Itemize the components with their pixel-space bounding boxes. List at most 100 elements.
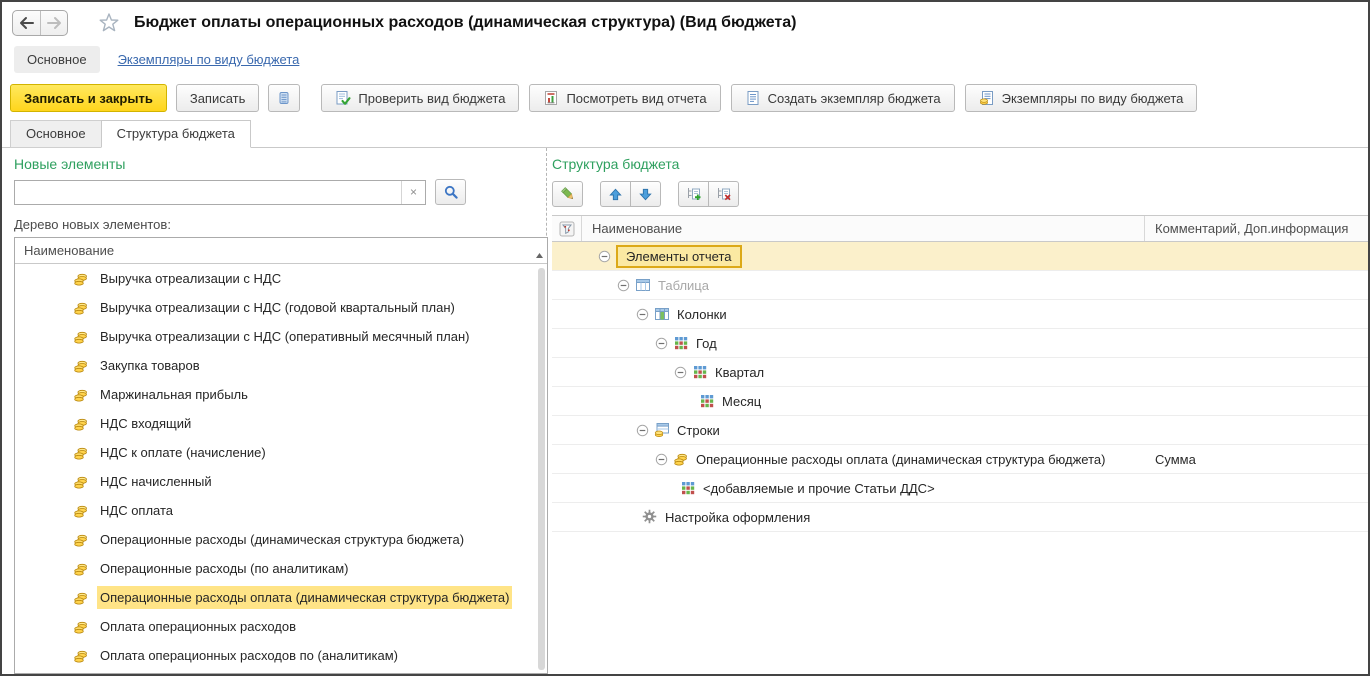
- structure-row-name-cell: <добавляемые и прочие Статьи ДДС>: [552, 480, 1145, 496]
- coins-icon: [73, 619, 89, 635]
- collapse-toggle-icon[interactable]: [598, 250, 611, 263]
- list-body: Выручка отреализации с НДСВыручка отреал…: [15, 264, 547, 673]
- structure-row-label: <добавляемые и прочие Статьи ДДС>: [703, 481, 935, 496]
- coins-icon: [73, 445, 89, 461]
- grid-icon: [673, 335, 689, 351]
- check-budget-kind-button[interactable]: Проверить вид бюджета: [321, 84, 519, 112]
- tree-item[interactable]: Операционные расходы оплата (динамическа…: [15, 583, 547, 612]
- tree-item[interactable]: Операционные расходы (динамическая струк…: [15, 525, 547, 554]
- list-column-header-label: Наименование: [24, 243, 114, 258]
- create-budget-instance-button[interactable]: Создать экземпляр бюджета: [731, 84, 955, 112]
- collapse-toggle-icon[interactable]: [636, 308, 649, 321]
- content-area: Новые элементы × Дерево новых элементов:…: [2, 148, 1368, 674]
- structure-row[interactable]: Строки: [552, 416, 1368, 445]
- tree-item[interactable]: Выручка отреализации с НДС (годовой квар…: [15, 293, 547, 322]
- save-button[interactable]: Записать: [176, 84, 260, 112]
- budget-structure-panel: Структура бюджета: [551, 148, 1368, 674]
- structure-row-label: Строки: [677, 423, 720, 438]
- add-tree-item-button[interactable]: [678, 181, 709, 207]
- tree-item-label: Маржинальная прибыль: [97, 383, 251, 406]
- clear-search-icon[interactable]: ×: [401, 181, 425, 204]
- more-actions-button[interactable]: [268, 84, 300, 112]
- column-header-name[interactable]: Наименование: [582, 216, 1145, 241]
- structure-row-comment-cell: Сумма: [1145, 452, 1368, 467]
- structure-row-label: Таблица: [658, 278, 709, 293]
- move-buttons-group: [600, 181, 661, 207]
- structure-row-name-cell: Настройка оформления: [552, 509, 1145, 525]
- coins-icon: [73, 590, 89, 606]
- delete-tree-item-button[interactable]: [708, 181, 739, 207]
- tree-item-label: Закупка товаров: [97, 354, 203, 377]
- tree-item[interactable]: Закупка товаров: [15, 351, 547, 380]
- structure-row-name-cell: Операционные расходы оплата (динамическа…: [552, 451, 1145, 467]
- coins-icon: [73, 532, 89, 548]
- collapse-toggle-icon[interactable]: [617, 279, 630, 292]
- structure-row[interactable]: Таблица: [552, 271, 1368, 300]
- structure-row[interactable]: Колонки: [552, 300, 1368, 329]
- tree-item[interactable]: НДС входящий: [15, 409, 547, 438]
- new-elements-list: Наименование Выручка отреализации с НДСВ…: [14, 237, 548, 674]
- structure-row-label: Год: [696, 336, 717, 351]
- tree-caption: Дерево новых элементов:: [14, 217, 542, 232]
- structure-row[interactable]: Операционные расходы оплата (динамическа…: [552, 445, 1368, 474]
- table-body: Элементы отчета Таблица Колонки Год Квартал М…: [552, 242, 1368, 674]
- structure-row-name-cell: Год: [552, 335, 1145, 351]
- tree-item-label: НДС к оплате (начисление): [97, 441, 269, 464]
- nav-item-main[interactable]: Основное: [14, 46, 100, 73]
- collapse-toggle-icon[interactable]: [655, 453, 668, 466]
- tree-item[interactable]: Выручка отреализации с НДС (оперативный …: [15, 322, 547, 351]
- tree-item[interactable]: Оплата операционных расходов по (аналити…: [15, 641, 547, 670]
- collapse-toggle-icon[interactable]: [655, 337, 668, 350]
- tab-budget-structure[interactable]: Структура бюджета: [101, 120, 251, 148]
- form-tabs: Основное Структура бюджета: [2, 120, 1368, 148]
- tree-item[interactable]: Маржинальная прибыль: [15, 380, 547, 409]
- tree-item[interactable]: Операционные расходы (по аналитикам): [15, 554, 547, 583]
- collapse-toggle-icon[interactable]: [674, 366, 687, 379]
- structure-row[interactable]: Элементы отчета: [552, 242, 1368, 271]
- structure-row-label: Настройка оформления: [665, 510, 810, 525]
- create-budget-instance-label: Создать экземпляр бюджета: [768, 91, 941, 106]
- scroll-up-icon[interactable]: [535, 247, 544, 262]
- structure-row[interactable]: Год: [552, 329, 1368, 358]
- search-input[interactable]: [15, 181, 401, 204]
- forward-button[interactable]: [40, 11, 67, 35]
- move-up-button[interactable]: [600, 181, 631, 207]
- structure-row[interactable]: Настройка оформления: [552, 503, 1368, 532]
- move-down-button[interactable]: [630, 181, 661, 207]
- scrollbar-thumb[interactable]: [538, 268, 545, 670]
- tree-item[interactable]: Выручка отреализации с НДС: [15, 264, 547, 293]
- tree-item[interactable]: НДС оплата: [15, 496, 547, 525]
- tree-item-label: НДС оплата: [97, 499, 176, 522]
- structure-row[interactable]: Месяц: [552, 387, 1368, 416]
- structure-row-name-cell: Строки: [552, 422, 1145, 438]
- tree-item[interactable]: НДС начисленный: [15, 467, 547, 496]
- view-report-kind-button[interactable]: Посмотреть вид отчета: [529, 84, 720, 112]
- save-and-close-button[interactable]: Записать и закрыть: [10, 84, 167, 112]
- tree-item[interactable]: НДС к оплате (начисление): [15, 438, 547, 467]
- search-row: ×: [14, 179, 542, 205]
- collapse-toggle-icon[interactable]: [636, 424, 649, 437]
- nav-link-instances[interactable]: Экземпляры по виду бюджета: [118, 52, 300, 67]
- edit-button[interactable]: [552, 181, 583, 207]
- columns-icon: [654, 306, 670, 322]
- instances-by-kind-button[interactable]: Экземпляры по виду бюджета: [965, 84, 1198, 112]
- structure-row-name-cell: Таблица: [552, 277, 1145, 293]
- structure-row[interactable]: Квартал: [552, 358, 1368, 387]
- structure-row-name-cell: Месяц: [552, 393, 1145, 409]
- column-header-comment[interactable]: Комментарий, Доп.информация: [1145, 216, 1368, 241]
- tree-item[interactable]: Оплата операционных расходов: [15, 612, 547, 641]
- back-button[interactable]: [13, 11, 40, 35]
- check-document-icon: [335, 90, 351, 106]
- header-marker-cell[interactable]: [552, 216, 582, 241]
- list-column-header[interactable]: Наименование: [15, 238, 547, 264]
- favorite-star-icon[interactable]: [98, 12, 120, 34]
- search-button[interactable]: [435, 179, 466, 205]
- coins-icon: [73, 358, 89, 374]
- tree-item-label: Операционные расходы (по аналитикам): [97, 557, 352, 580]
- report-chart-icon: [543, 90, 559, 106]
- budget-structure-title: Структура бюджета: [552, 156, 1368, 172]
- coins-icon: [73, 300, 89, 316]
- grid-icon: [680, 480, 696, 496]
- tab-main[interactable]: Основное: [10, 120, 102, 148]
- structure-row[interactable]: <добавляемые и прочие Статьи ДДС>: [552, 474, 1368, 503]
